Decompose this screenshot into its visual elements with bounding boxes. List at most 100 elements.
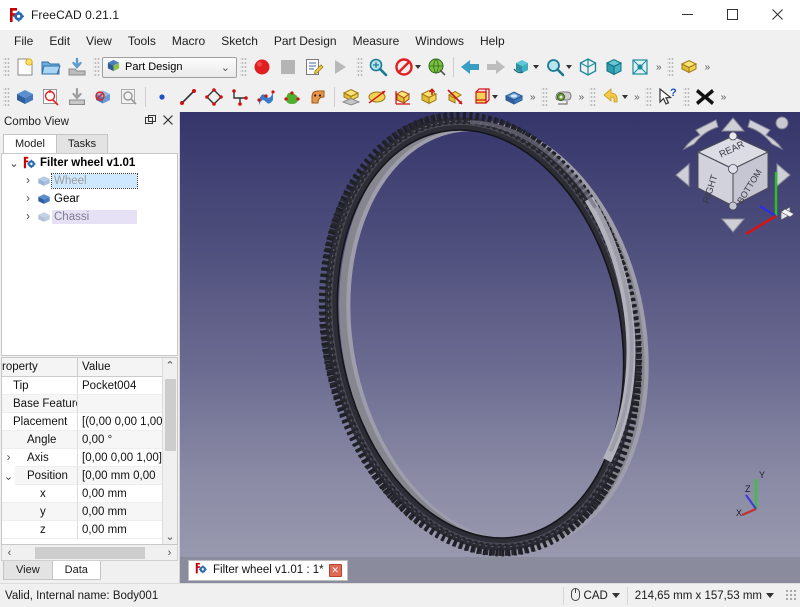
fit-all-button[interactable] [365,54,391,80]
dimension-cube-button[interactable] [627,54,653,80]
tab-model[interactable]: Model [3,134,57,153]
menu-part-design[interactable]: Part Design [266,31,345,52]
menu-macro[interactable]: Macro [164,31,213,52]
close-button[interactable] [755,0,800,30]
tree-item-document[interactable]: ⌄ Filter wheel v1.01 [2,154,177,172]
table-row[interactable]: Base Feature [2,395,177,413]
macro-edit-button[interactable] [301,54,327,80]
table-row[interactable]: Placement [(0,00 0,00 1,00) [2,413,177,431]
table-row[interactable]: y 0,00 mm [2,503,177,521]
menu-help[interactable]: Help [472,31,513,52]
table-row[interactable]: Tip Pocket004 [2,377,177,395]
toolbar-overflow-3[interactable]: » [527,92,538,103]
macro-toolbar-grip[interactable] [240,56,247,78]
tree-item-chassi[interactable]: › Chassi [2,208,177,226]
undo-toolbar-grip[interactable] [589,86,597,108]
menu-file[interactable]: File [6,31,41,52]
close-icon[interactable] [163,115,173,129]
property-editor[interactable]: roperty Value Tip Pocket004 Base Feature… [1,357,178,545]
scroll-down-button[interactable]: ⌄ [163,529,178,544]
scroll-up-button[interactable]: ⌃ [163,358,178,373]
tab-tasks[interactable]: Tasks [55,134,109,153]
measure-button[interactable] [550,84,576,110]
viewport-dimensions[interactable]: 214,65 mm x 157,53 mm [626,586,781,605]
tab-data[interactable]: Data [51,561,101,580]
chevron-down-icon[interactable]: ⌄ [2,467,15,485]
revolution-button[interactable] [364,84,390,110]
new-document-button[interactable] [12,54,38,80]
chevron-right-icon[interactable]: › [21,175,35,187]
close-toolbar-grip[interactable] [682,86,690,108]
undock-icon[interactable] [145,115,156,129]
attach-sketch-button[interactable] [64,84,90,110]
toolbar-overflow-1[interactable]: » [653,62,664,73]
menu-tools[interactable]: Tools [120,31,164,52]
close-document-button[interactable] [692,84,718,110]
macro-stop-button[interactable] [275,54,301,80]
chevron-down-icon[interactable]: ⌄ [7,156,21,170]
whats-this-button[interactable]: ? [654,84,680,110]
minimize-button[interactable] [665,0,710,30]
scrollbar-track[interactable] [17,546,162,560]
check-geometry-button[interactable] [116,84,142,110]
view-section-button[interactable] [424,54,450,80]
scrollbar-thumb[interactable] [164,379,176,451]
menu-edit[interactable]: Edit [41,31,78,52]
menu-sketch[interactable]: Sketch [213,31,266,52]
create-body-button[interactable] [12,84,38,110]
chevron-down-icon[interactable] [766,593,774,598]
document-tab[interactable]: Filter wheel v1.01 : 1* ✕ [188,559,348,581]
create-arc-button[interactable] [227,84,253,110]
create-point-button[interactable] [149,84,175,110]
hole-button[interactable] [442,84,468,110]
validate-sketch-button[interactable] [90,84,116,110]
model-tree[interactable]: ⌄ Filter wheel v1.01 › Wheel › Gear › Ch… [1,153,178,356]
groove-button[interactable] [468,84,494,110]
pad-button[interactable] [338,84,364,110]
save-document-button[interactable] [64,54,90,80]
chevron-right-icon[interactable]: › [21,211,35,223]
front-view-button[interactable] [601,54,627,80]
resize-grip[interactable] [785,589,798,602]
toolbar-overflow-4[interactable]: » [576,92,587,103]
whatsthis-toolbar-grip[interactable] [644,86,652,108]
create-fillet-button[interactable] [305,84,331,110]
view-toolbar-grip[interactable] [356,56,363,78]
toolbar-overflow-6[interactable]: » [718,92,729,103]
create-part-button[interactable] [676,54,702,80]
menu-view[interactable]: View [78,31,120,52]
property-editor-vertical-scrollbar[interactable]: ⌃ ⌄ [162,358,177,544]
structure-toolbar-grip[interactable] [666,56,674,78]
tab-view[interactable]: View [3,561,53,580]
tree-item-wheel[interactable]: › Wheel [2,172,177,190]
menu-windows[interactable]: Windows [407,31,472,52]
table-row[interactable]: x 0,00 mm [2,485,177,503]
macro-execute-button[interactable] [327,54,353,80]
maximize-button[interactable] [710,0,755,30]
workbench-selector[interactable]: Part Design ⌄ [102,56,237,78]
3d-viewport[interactable]: REAR RIGHT BOTTOM Y Z X [180,112,800,557]
navigation-style-selector[interactable]: CAD [562,586,627,605]
zoom-button[interactable] [542,54,568,80]
measure-toolbar-grip[interactable] [540,86,548,108]
close-icon[interactable]: ✕ [328,563,342,577]
chevron-right-icon[interactable]: › [21,193,35,205]
pocket-button[interactable] [416,84,442,110]
create-periodic-bspline-button[interactable] [279,84,305,110]
partdesign-helper-grip[interactable] [3,86,10,108]
pocket-sketch-button[interactable] [501,84,527,110]
chevron-down-icon[interactable] [611,593,620,598]
toolbar-overflow-5[interactable]: » [631,92,642,103]
scroll-right-button[interactable]: › [162,546,177,560]
open-document-button[interactable] [38,54,64,80]
create-polyline-button[interactable] [201,84,227,110]
property-editor-horizontal-scrollbar[interactable]: ‹ › [1,545,178,561]
additive-loft-button[interactable] [390,84,416,110]
tree-item-gear[interactable]: › Gear [2,190,177,208]
table-row[interactable]: › Axis [0,00 0,00 1,00] [2,449,177,467]
workbench-toolbar-grip[interactable] [93,56,100,78]
macro-record-button[interactable] [249,54,275,80]
table-row[interactable]: z 0,00 mm [2,521,177,539]
create-sketch-button[interactable] [38,84,64,110]
create-line-button[interactable] [175,84,201,110]
